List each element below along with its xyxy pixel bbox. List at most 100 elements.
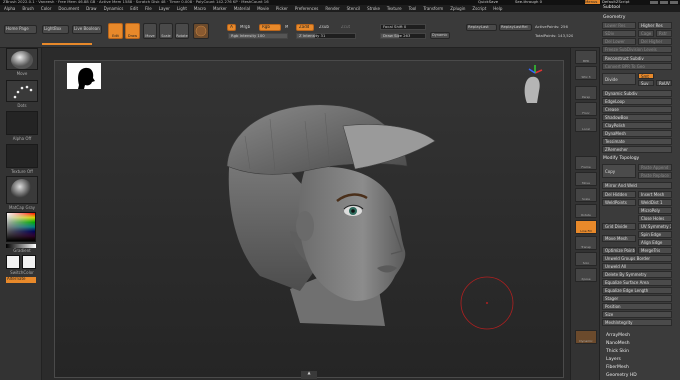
del-higher-button[interactable]: Del Higher	[638, 38, 672, 45]
document-frame[interactable]: ▲	[54, 60, 565, 379]
lower-res-button[interactable]: Lower Res	[602, 22, 636, 29]
rgb-toggle[interactable]: Rgb	[259, 24, 281, 31]
menus-toggle[interactable]: Menus	[585, 0, 600, 5]
spix-button[interactable]: SPix 3	[575, 66, 597, 80]
zadd-toggle[interactable]: Zadd	[296, 24, 314, 31]
copy-button[interactable]: Copy	[602, 164, 636, 178]
menu-dynamics[interactable]: Dynamics	[104, 6, 124, 11]
geometry-hd-header[interactable]: Geometry HD	[606, 373, 637, 378]
uv-symmetry-button[interactable]: UV Symmetry X	[638, 223, 672, 230]
spin-edge-button[interactable]: Spin Edge	[638, 231, 672, 238]
edgeloop-section[interactable]: EdgeLoop	[602, 98, 672, 105]
close-icon[interactable]	[670, 1, 678, 4]
navigation-gizmo[interactable]	[517, 65, 545, 105]
bottom-tray-toggle[interactable]: ▲	[301, 371, 317, 379]
menu-marker[interactable]: Marker	[213, 6, 227, 11]
menu-brush[interactable]: Brush	[22, 6, 34, 11]
quicksave-tab[interactable]: QuickSave	[478, 0, 498, 4]
del-lower-button[interactable]: Del Lower	[602, 38, 636, 45]
weld-points-button[interactable]: WeldPoints	[602, 199, 636, 206]
home-page-button[interactable]: Home Page	[4, 25, 37, 34]
menu-texture[interactable]: Texture	[387, 6, 402, 11]
mrgb-toggle[interactable]: Mrgb	[240, 25, 250, 30]
floor-button[interactable]: Floor	[575, 102, 597, 116]
dynamic-button[interactable]: Dynamic	[430, 32, 450, 39]
menu-help[interactable]: Help	[493, 6, 502, 11]
brush-thumbnail[interactable]	[6, 48, 38, 70]
edit-button[interactable]: Edit	[108, 23, 123, 39]
menu-light[interactable]: Light	[177, 6, 187, 11]
menu-draw[interactable]: Draw	[86, 6, 96, 11]
z-intensity-slider[interactable]: Z Intensity 31	[296, 33, 356, 39]
rotate-view-button[interactable]: Rotate	[575, 204, 597, 218]
unweld-all-button[interactable]: Unweld All	[602, 263, 672, 270]
convert-bpr-button[interactable]: Convert BPR To Geo	[602, 63, 672, 70]
grid-divide-button[interactable]: Grid Divide	[602, 223, 636, 230]
m-toggle[interactable]: M	[285, 25, 288, 30]
replay-last-rel-button[interactable]: ReplayLastRel	[499, 24, 532, 31]
frame-button[interactable]: Frame	[575, 156, 597, 170]
stager-section[interactable]: Stager	[602, 295, 672, 302]
arraymesh-header[interactable]: ArrayMesh	[606, 333, 630, 338]
menu-tool[interactable]: Tool	[409, 6, 417, 11]
see-through-slider[interactable]: See-through 0	[515, 0, 550, 4]
menu-layer[interactable]: Layer	[159, 6, 170, 11]
equalize-edge-length-button[interactable]: Equalize Edge Length	[602, 287, 672, 294]
move-button[interactable]: Move	[143, 23, 157, 39]
tessimate-section[interactable]: Tessimate	[602, 138, 672, 145]
menu-edit[interactable]: Edit	[130, 6, 138, 11]
xpose-button[interactable]: Xpose	[575, 268, 597, 282]
texture-thumbnail[interactable]	[6, 144, 38, 168]
zsub-toggle[interactable]: Zsub	[319, 25, 329, 30]
color-picker[interactable]	[6, 212, 36, 242]
divide-button[interactable]: Divide	[602, 73, 636, 85]
modify-topology-header[interactable]: Modify Topology	[603, 156, 639, 161]
material-swatch-button[interactable]	[193, 23, 209, 39]
maximize-icon[interactable]	[660, 1, 668, 4]
stroke-thumbnail[interactable]	[6, 80, 38, 102]
reconstruct-subdiv-button[interactable]: Reconstruct Subdiv	[602, 55, 672, 62]
freeze-subdiv-button[interactable]: Freeze SubDivision Levels	[602, 46, 672, 53]
size-section[interactable]: Size	[602, 311, 672, 318]
thick-skin-header[interactable]: Thick Skin	[606, 349, 629, 354]
local-button[interactable]: Local	[575, 118, 597, 132]
scale-button[interactable]: Scale	[159, 23, 173, 39]
mirror-and-weld-button[interactable]: Mirror And Weld	[602, 182, 672, 189]
zcut-toggle[interactable]: Zcut	[341, 25, 350, 30]
a-toggle[interactable]: A	[227, 24, 236, 31]
menu-material[interactable]: Material	[234, 6, 250, 11]
menu-zplugin[interactable]: Zplugin	[450, 6, 465, 11]
menu-stroke[interactable]: Stroke	[367, 6, 380, 11]
subtool-header[interactable]: Subtool	[603, 5, 620, 10]
move-view-button[interactable]: Move	[575, 172, 597, 186]
reuv-toggle[interactable]: ReUV	[656, 80, 672, 86]
weld-dist-slider[interactable]: WeldDist 1	[638, 199, 672, 206]
suv-toggle[interactable]: Suv	[638, 80, 654, 86]
menu-stencil[interactable]: Stencil	[347, 6, 361, 11]
head-sculpt-model[interactable]	[55, 61, 565, 379]
close-holes-button[interactable]: Close Holes	[638, 215, 672, 222]
menu-transform[interactable]: Transform	[423, 6, 443, 11]
default-zscript[interactable]: DefaultZScript	[602, 0, 642, 4]
mesh-integrity-section[interactable]: MeshIntegrity	[602, 319, 672, 326]
micropoly-button[interactable]: MicroPoly	[638, 207, 672, 214]
switch-color-label[interactable]: SwitchColor	[6, 270, 38, 275]
draw-size-slider[interactable]: Draw Size 263	[380, 33, 426, 39]
menu-render[interactable]: Render	[325, 6, 339, 11]
draw-button[interactable]: Draw	[125, 23, 140, 39]
persp-button[interactable]: Persp	[575, 86, 597, 100]
layers-header[interactable]: Layers	[606, 357, 621, 362]
focal-shift-slider[interactable]: Focal Shift 0	[380, 24, 426, 30]
claypolish-section[interactable]: ClayPolish	[602, 122, 672, 129]
dynamic-subdiv-section[interactable]: Dynamic Subdiv	[602, 90, 672, 97]
align-edge-button[interactable]: Align Edge	[638, 239, 672, 246]
move-mesh-button[interactable]: Move Mesh	[602, 235, 636, 242]
insert-mesh-button[interactable]: Insert Mesh	[638, 191, 672, 198]
zremesher-section[interactable]: ZRemesher	[602, 146, 672, 153]
optimize-points-button[interactable]: Optimize Points	[602, 247, 636, 254]
paste-replace-button[interactable]: Paste Replace	[638, 172, 672, 179]
main-color-swatch[interactable]	[6, 255, 20, 269]
delete-by-symmetry-button[interactable]: Delete By Symmetry	[602, 271, 672, 278]
replay-last-button[interactable]: ReplayLast	[466, 24, 497, 31]
secondary-color-swatch[interactable]	[22, 255, 36, 269]
